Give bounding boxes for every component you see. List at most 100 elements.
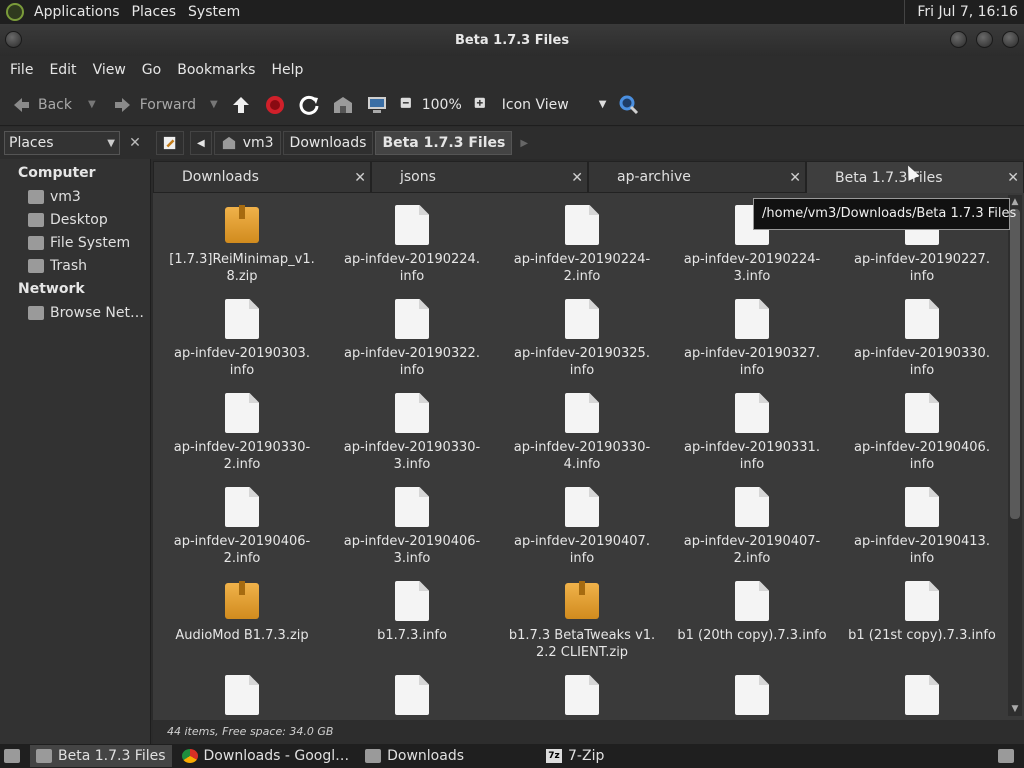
back-button[interactable]: Back ▼ (4, 89, 102, 121)
zoom-out-button[interactable]: 100% (394, 89, 468, 121)
file-item[interactable]: AudioMod B1.7.3.zip (157, 571, 327, 665)
path-segment-vm3[interactable]: vm3 (213, 131, 281, 155)
search-button[interactable] (612, 89, 646, 121)
path-scroll-left-button[interactable]: ◀ (190, 131, 212, 155)
file-item[interactable] (837, 665, 1005, 716)
taskbar-item[interactable]: Downloads (359, 745, 470, 767)
window-menu-icon[interactable] (5, 31, 22, 48)
document-file-icon (905, 675, 939, 715)
view-mode-select[interactable]: Icon View ▼ (496, 89, 613, 121)
file-item[interactable]: ap-infdev-20190413. info (837, 477, 1005, 571)
forward-history-dropdown-icon[interactable]: ▼ (210, 99, 218, 110)
close-tab-icon[interactable]: ✕ (571, 170, 583, 186)
back-history-dropdown-icon[interactable]: ▼ (88, 99, 96, 110)
maximize-icon[interactable] (976, 31, 993, 48)
vertical-scrollbar[interactable]: ▲ ▼ (1008, 195, 1022, 716)
menu-go[interactable]: Go (134, 62, 169, 78)
file-item[interactable]: ap-infdev-20190327. info (667, 289, 837, 383)
trash-icon (28, 258, 44, 273)
up-button[interactable] (224, 89, 258, 121)
file-item[interactable]: ap-infdev-20190406- 3.info (327, 477, 497, 571)
menu-edit[interactable]: Edit (41, 62, 84, 78)
panel-menu-applications[interactable]: Applications (30, 4, 128, 20)
minimize-icon[interactable] (950, 31, 967, 48)
taskbar-item[interactable]: 7z 7-Zip (540, 745, 610, 767)
sidebar-item-trash[interactable]: Trash (0, 254, 150, 277)
tab-jsons[interactable]: jsons ✕ (371, 161, 588, 193)
forward-label: Forward (139, 96, 197, 113)
file-item[interactable]: ap-infdev-20190331. info (667, 383, 837, 477)
file-item[interactable]: ap-infdev-20190322. info (327, 289, 497, 383)
file-item[interactable]: ap-infdev-20190224. info (327, 195, 497, 289)
file-grid: [1.7.3]ReiMinimap_v1. 8.zip ap-infdev-201… (153, 195, 1005, 716)
file-name: ap-infdev-20190224. info (344, 252, 480, 284)
path-scroll-right-icon[interactable]: ▶ (520, 138, 528, 149)
close-tab-icon[interactable]: ✕ (354, 170, 366, 186)
panel-menu-system[interactable]: System (184, 4, 248, 20)
file-item[interactable]: b1.7.3.info (327, 571, 497, 665)
tab-ap-archive[interactable]: ap-archive ✕ (588, 161, 806, 193)
scroll-down-icon[interactable]: ▼ (1008, 702, 1022, 716)
stop-button[interactable] (258, 89, 292, 121)
taskbar-item[interactable]: Beta 1.7.3 Files (30, 745, 172, 767)
file-item[interactable]: ap-infdev-20190330- 4.info (497, 383, 667, 477)
sidebar-item-file-system[interactable]: File System (0, 231, 150, 254)
document-file-icon (565, 487, 599, 527)
file-item[interactable]: ap-infdev-20190330. info (837, 289, 1005, 383)
close-tab-icon[interactable]: ✕ (1007, 170, 1019, 186)
file-item[interactable] (157, 665, 327, 716)
file-item[interactable] (667, 665, 837, 716)
tab-label: Downloads (182, 169, 259, 185)
file-item[interactable] (497, 665, 667, 716)
file-item[interactable]: b1 (20th copy).7.3.info (667, 571, 837, 665)
sidebar-type-label: Places (9, 135, 54, 151)
scrollbar-thumb[interactable] (1010, 209, 1020, 519)
sidebar-item-vm3[interactable]: vm3 (0, 185, 150, 208)
tray-folder-button[interactable] (992, 745, 1020, 767)
document-file-icon (735, 675, 769, 715)
menu-view[interactable]: View (85, 62, 134, 78)
file-item[interactable]: ap-infdev-20190407- 2.info (667, 477, 837, 571)
file-name: b1 (21st copy).7.3.info (848, 628, 996, 643)
file-name: ap-infdev-20190330- 4.info (513, 440, 651, 472)
file-item[interactable]: ap-infdev-20190407. info (497, 477, 667, 571)
computer-button[interactable] (360, 89, 394, 121)
close-tab-icon[interactable]: ✕ (789, 170, 801, 186)
path-segment-current[interactable]: Beta 1.7.3 Files (375, 131, 513, 155)
file-item[interactable]: ap-infdev-20190303. info (157, 289, 327, 383)
taskbar-item[interactable]: Downloads - Googl… (176, 745, 356, 767)
file-item[interactable]: b1 (21st copy).7.3.info (837, 571, 1005, 665)
home-button[interactable] (326, 89, 360, 121)
file-item[interactable] (327, 665, 497, 716)
menu-bookmarks[interactable]: Bookmarks (169, 62, 263, 78)
panel-menu-places[interactable]: Places (128, 4, 185, 20)
file-item[interactable]: ap-infdev-20190406. info (837, 383, 1005, 477)
path-segment-downloads[interactable]: Downloads (282, 131, 374, 155)
tab-downloads[interactable]: Downloads ✕ (153, 161, 371, 193)
zoom-in-button[interactable] (468, 89, 496, 121)
menu-help[interactable]: Help (263, 62, 311, 78)
sidebar-type-select[interactable]: Places ▼ (4, 131, 120, 155)
panel-clock[interactable]: Fri Jul 7, 16:16 (904, 0, 1024, 24)
file-item[interactable]: [1.7.3]ReiMinimap_v1. 8.zip (157, 195, 327, 289)
path-segment-label: vm3 (242, 135, 274, 151)
reload-button[interactable] (292, 89, 326, 121)
distro-logo-icon[interactable] (6, 3, 24, 21)
file-item[interactable]: ap-infdev-20190325. info (497, 289, 667, 383)
toggle-location-entry-button[interactable] (156, 131, 184, 155)
file-name: ap-infdev-20190322. info (344, 346, 480, 378)
sidebar-item-desktop[interactable]: Desktop (0, 208, 150, 231)
file-item[interactable]: ap-infdev-20190330- 3.info (327, 383, 497, 477)
menu-file[interactable]: File (2, 62, 41, 78)
sidebar-item-browse-network[interactable]: Browse Net… (0, 301, 150, 324)
location-bar: Places ▼ ✕ ◀ vm3 Downloads Beta 1.7.3 Fi… (0, 127, 1024, 159)
show-desktop-button[interactable] (0, 745, 24, 767)
window-titlebar[interactable]: Beta 1.7.3 Files (0, 24, 1024, 56)
file-item[interactable]: b1.7.3 BetaTweaks v1. 2.2 CLIENT.zip (497, 571, 667, 665)
close-sidebar-icon[interactable]: ✕ (124, 132, 146, 154)
close-window-icon[interactable] (1002, 31, 1019, 48)
file-item[interactable]: ap-infdev-20190406- 2.info (157, 477, 327, 571)
file-item[interactable]: ap-infdev-20190330- 2.info (157, 383, 327, 477)
file-item[interactable]: ap-infdev-20190224- 2.info (497, 195, 667, 289)
forward-button[interactable]: Forward ▼ (106, 89, 224, 121)
